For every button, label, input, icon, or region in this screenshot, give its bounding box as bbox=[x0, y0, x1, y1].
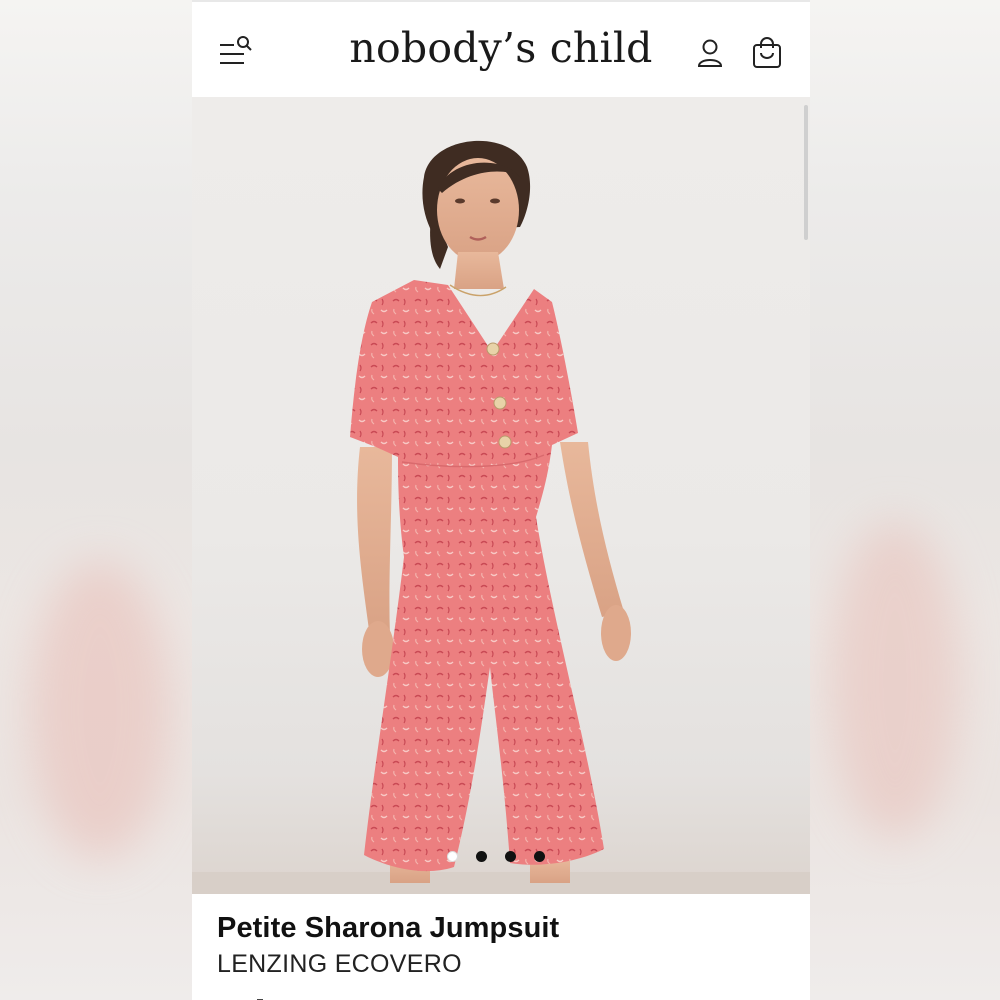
blur-blob bbox=[830, 520, 960, 840]
product-fabric: LENZING ECOVERO bbox=[217, 950, 462, 978]
user-icon[interactable] bbox=[695, 37, 725, 69]
blurred-background-right bbox=[810, 0, 1000, 1000]
product-title: Petite Sharona Jumpsuit bbox=[217, 912, 560, 944]
scrollbar[interactable] bbox=[804, 105, 808, 240]
gallery-dot-4[interactable] bbox=[534, 850, 545, 862]
gallery-dot-2[interactable] bbox=[476, 850, 487, 862]
cut-off-text bbox=[217, 992, 337, 1000]
shopping-bag-icon[interactable] bbox=[750, 36, 784, 70]
mobile-page: nobody’s child Petite Sharona Jumpsuit L… bbox=[192, 0, 810, 1000]
product-image-gallery[interactable] bbox=[192, 97, 810, 894]
site-header: nobody’s child bbox=[192, 0, 810, 97]
product-photo bbox=[192, 140, 810, 894]
gallery-dot-3[interactable] bbox=[505, 850, 516, 862]
gallery-pagination bbox=[447, 848, 545, 864]
blurred-background-left bbox=[0, 0, 192, 1000]
gallery-dot-1[interactable] bbox=[447, 850, 458, 862]
blur-blob bbox=[30, 560, 170, 860]
